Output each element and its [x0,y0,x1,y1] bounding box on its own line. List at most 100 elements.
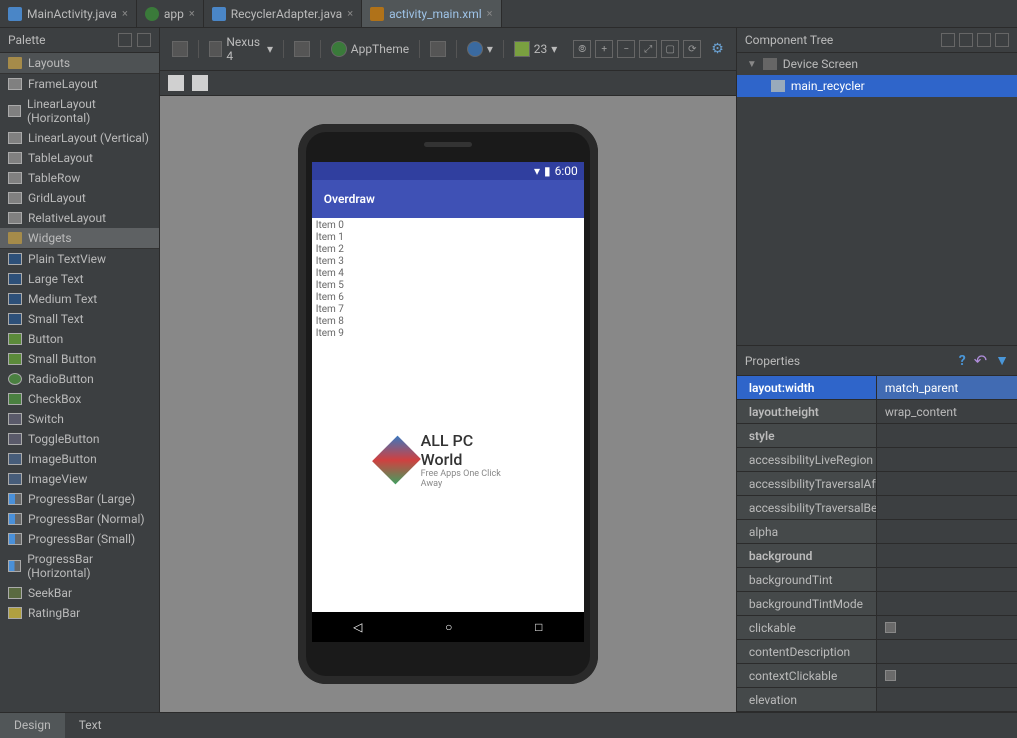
device-screen[interactable]: ▾ ▮ 6:00 Overdraw Item 0 Item 1 Item 2 I… [312,162,584,612]
prop-row-backgroundtint[interactable]: backgroundTint [737,568,1017,592]
prop-row-alpha[interactable]: alpha [737,520,1017,544]
prop-row-background[interactable]: background [737,544,1017,568]
prop-row-clickable[interactable]: clickable [737,616,1017,640]
api-picker[interactable]: 23 ▾ [510,39,562,59]
tree-node-main-recycler[interactable]: main_recycler [737,75,1017,97]
prop-value[interactable] [877,520,1017,543]
select-button[interactable] [192,75,208,91]
chevron-down-icon[interactable]: ▼ [747,59,757,70]
prop-row-accessibilitytraversal1[interactable]: accessibilityTraversalAfter [737,472,1017,496]
prop-row-elevation[interactable]: elevation [737,688,1017,712]
theme-picker[interactable]: AppTheme [327,39,413,59]
clipboard-button[interactable]: ▢ [661,40,679,58]
prop-row-layout-width[interactable]: layout:widthmatch_parent [737,376,1017,400]
close-icon[interactable]: × [347,7,353,20]
collapse-icon[interactable] [137,33,151,47]
palette-item-smallbutton[interactable]: Small Button [0,349,159,369]
refresh-button[interactable]: ⟳ [683,40,701,58]
palette-item-togglebutton[interactable]: ToggleButton [0,429,159,449]
gear-icon[interactable] [977,33,991,47]
palette-item-linearlayout-h[interactable]: LinearLayout (Horizontal) [0,94,159,128]
expand-icon[interactable] [941,33,955,47]
prop-value[interactable] [877,616,1017,639]
tab-design[interactable]: Design [0,713,65,738]
tab-recycleradapter[interactable]: RecyclerAdapter.java × [204,0,362,27]
palette-item-tablerow[interactable]: TableRow [0,168,159,188]
zoom-in-button[interactable]: + [595,40,613,58]
checkbox-icon[interactable] [885,622,896,633]
tab-activity-main-xml[interactable]: activity_main.xml × [362,0,501,27]
zoom-out-button[interactable]: − [617,40,635,58]
gear-icon[interactable] [118,33,132,47]
palette-item-plaintextview[interactable]: Plain TextView [0,249,159,269]
prop-row-contentdescription[interactable]: contentDescription [737,640,1017,664]
palette-item-progressbar-normal[interactable]: ProgressBar (Normal) [0,509,159,529]
collapse-icon[interactable] [959,33,973,47]
tab-text[interactable]: Text [65,713,116,738]
tree-node-device-screen[interactable]: ▼ Device Screen [737,53,1017,75]
globe-button[interactable]: ▾ [463,39,497,59]
prop-value[interactable] [877,544,1017,567]
prop-row-accessibilityliveregion[interactable]: accessibilityLiveRegion [737,448,1017,472]
checkbox-icon[interactable] [885,670,896,681]
tab-mainactivity[interactable]: MainActivity.java × [0,0,137,27]
prop-value[interactable] [877,688,1017,711]
prop-value[interactable]: wrap_content [877,400,1017,423]
help-icon[interactable]: ? [959,353,966,369]
palette-item-framelayout[interactable]: FrameLayout [0,74,159,94]
palette-item-checkbox[interactable]: CheckBox [0,389,159,409]
prop-value[interactable] [877,568,1017,591]
palette-item-progressbar-large[interactable]: ProgressBar (Large) [0,489,159,509]
palette-item-mediumtext[interactable]: Medium Text [0,289,159,309]
prop-row-contextclickable[interactable]: contextClickable [737,664,1017,688]
tab-app[interactable]: app × [137,0,204,27]
pan-button[interactable] [168,75,184,91]
zoom-fit-button[interactable]: ⦾ [573,40,591,58]
palette-item-button[interactable]: Button [0,329,159,349]
palette-item-imagebutton[interactable]: ImageButton [0,449,159,469]
prop-value[interactable] [877,448,1017,471]
palette-item-radiobutton[interactable]: RadioButton [0,369,159,389]
palette-item-progressbar-horizontal[interactable]: ProgressBar (Horizontal) [0,549,159,583]
palette-item-smalltext[interactable]: Small Text [0,309,159,329]
prop-row-backgroundtintmode[interactable]: backgroundTintMode [737,592,1017,616]
palette-item-seekbar[interactable]: SeekBar [0,583,159,603]
prop-row-layout-height[interactable]: layout:heightwrap_content [737,400,1017,424]
palette-item-relativelayout[interactable]: RelativeLayout [0,208,159,228]
palette-group-layouts[interactable]: Layouts [0,53,159,74]
zoom-actual-button[interactable]: ⤢ [639,40,657,58]
close-icon[interactable]: × [487,7,493,20]
prop-value[interactable]: match_parent [877,376,1017,399]
nav-back-icon: ◁ [353,620,362,634]
close-icon[interactable]: × [189,7,195,20]
palette-item-gridlayout[interactable]: GridLayout [0,188,159,208]
orientation-button[interactable] [168,39,192,59]
prop-value[interactable] [877,496,1017,519]
palette-item-largetext[interactable]: Large Text [0,269,159,289]
palette-item-progressbar-small[interactable]: ProgressBar (Small) [0,529,159,549]
locale-button[interactable] [426,39,450,59]
palette-item-linearlayout-v[interactable]: LinearLayout (Vertical) [0,128,159,148]
prop-row-style[interactable]: style [737,424,1017,448]
filter-icon[interactable]: ▼ [995,352,1009,369]
undo-icon[interactable]: ↶ [974,351,987,370]
settings-button[interactable]: ⚙ [707,39,728,59]
palette-group-widgets[interactable]: Widgets [0,228,159,249]
close-icon[interactable]: × [122,7,128,20]
palette-item-ratingbar[interactable]: RatingBar [0,603,159,623]
palette-item-tablelayout[interactable]: TableLayout [0,148,159,168]
prop-value[interactable] [877,472,1017,495]
palette-item-switch[interactable]: Switch [0,409,159,429]
prop-value[interactable] [877,640,1017,663]
device-label: Nexus 4 [226,35,263,63]
preview-canvas[interactable]: ▾ ▮ 6:00 Overdraw Item 0 Item 1 Item 2 I… [160,96,736,712]
prop-value[interactable] [877,592,1017,615]
prop-value[interactable] [877,664,1017,687]
recycler-view[interactable]: Item 0 Item 1 Item 2 Item 3 Item 4 Item … [312,218,584,612]
prop-row-accessibilitytraversal2[interactable]: accessibilityTraversalBefore [737,496,1017,520]
palette-item-imageview[interactable]: ImageView [0,469,159,489]
configuration-button[interactable] [290,39,314,59]
prop-value[interactable] [877,424,1017,447]
hide-icon[interactable] [995,33,1009,47]
device-picker[interactable]: Nexus 4 ▾ [205,33,277,65]
